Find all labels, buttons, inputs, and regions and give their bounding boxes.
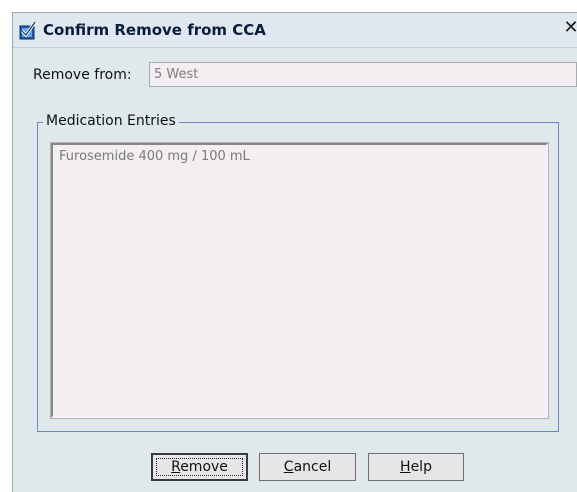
list-item[interactable]: Furosemide 400 mg / 100 mL — [53, 145, 546, 164]
cancel-label-rest: ancel — [293, 459, 332, 475]
medication-entries-legend: Medication Entries — [43, 113, 179, 129]
remove-from-field: 5 West — [149, 62, 577, 87]
cancel-button[interactable]: Cancel — [259, 453, 356, 481]
cancel-accelerator: C — [283, 459, 294, 475]
confirm-remove-dialog: Confirm Remove from CCA ✕ Remove from: 5… — [12, 12, 577, 492]
focus-rectangle — [156, 458, 243, 476]
title-bar: Confirm Remove from CCA ✕ — [13, 13, 577, 48]
close-icon[interactable]: ✕ — [562, 17, 577, 39]
remove-from-label: Remove from: — [33, 67, 132, 83]
window-title: Confirm Remove from CCA — [43, 21, 266, 39]
help-label-rest: elp — [410, 459, 432, 475]
medication-entries-list[interactable]: Furosemide 400 mg / 100 mL — [50, 142, 549, 419]
help-accelerator: H — [400, 459, 411, 475]
help-button[interactable]: Help — [368, 453, 464, 481]
checkmark-icon — [19, 21, 37, 40]
remove-button[interactable]: Remove — [151, 453, 248, 481]
